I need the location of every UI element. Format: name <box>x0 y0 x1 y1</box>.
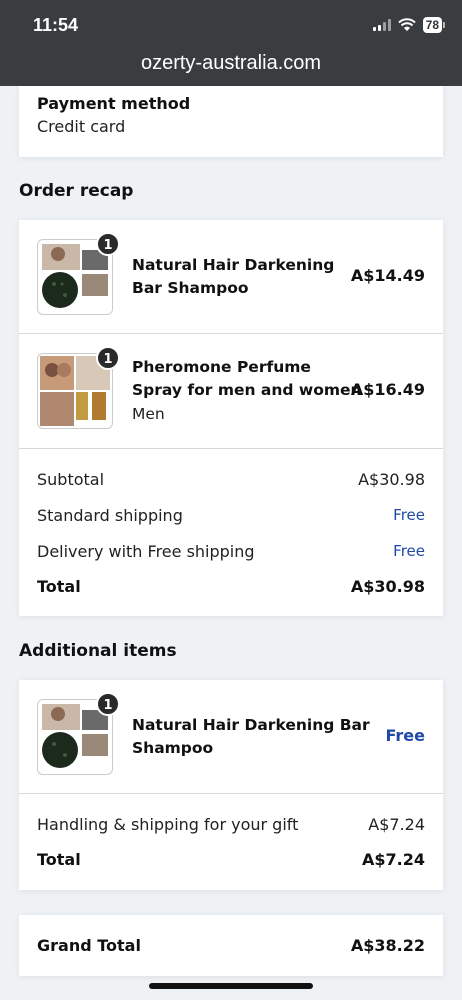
quantity-badge: 1 <box>96 346 120 370</box>
item-name-line1: Pheromone Perfume <box>132 358 311 376</box>
home-indicator[interactable] <box>149 983 313 989</box>
total-label: Total <box>37 577 81 596</box>
payment-method-value: Credit card <box>37 117 126 136</box>
additional-items-card: 1 Natural Hair Darkening Bar Shampoo Fre… <box>19 680 443 890</box>
delivery-value: Free <box>393 542 425 560</box>
quantity-badge: 1 <box>96 232 120 256</box>
total-value: A$7.24 <box>362 850 425 869</box>
handling-row: Handling & shipping for your gift A$7.24 <box>37 815 425 834</box>
payment-method-title: Payment method <box>37 94 191 113</box>
item-name-line1: Natural Hair Darkening Bar <box>132 716 370 734</box>
grand-total-value: A$38.22 <box>350 936 425 955</box>
order-recap-title: Order recap <box>19 181 134 201</box>
status-icons: 78 <box>372 17 446 33</box>
handling-value: A$7.24 <box>368 815 425 834</box>
grand-total-row: Grand Total A$38.22 <box>37 936 425 955</box>
order-item[interactable]: 1 Natural Hair Darkening Bar Shampoo A$1… <box>19 220 443 334</box>
subtotal-value: A$30.98 <box>358 470 425 489</box>
subtotal-row: Subtotal A$30.98 <box>37 470 425 489</box>
item-price-free: Free <box>385 726 426 745</box>
cellular-signal-icon <box>372 19 391 31</box>
total-value: A$30.98 <box>350 577 425 596</box>
address-bar[interactable]: ozerty-australia.com <box>0 52 462 75</box>
battery-icon: 78 <box>422 17 446 33</box>
browser-chrome: 11:54 78 ozerty-australia.com <box>0 0 462 86</box>
grand-total-label: Grand Total <box>37 936 141 955</box>
status-time: 11:54 <box>33 15 79 35</box>
grand-total-card: Grand Total A$38.22 <box>19 915 443 976</box>
product-image: 1 <box>37 692 120 775</box>
item-name-line2: Shampoo <box>132 739 214 757</box>
item-name-line1: Natural Hair Darkening <box>132 256 335 274</box>
order-recap-card: 1 Natural Hair Darkening Bar Shampoo A$1… <box>19 220 443 616</box>
payment-method-card: Payment method Credit card <box>19 86 443 157</box>
item-name-line2: Bar Shampoo <box>132 279 249 297</box>
item-name-line2: Spray for men and women <box>132 381 362 399</box>
total-label: Total <box>37 850 81 869</box>
handling-label: Handling & shipping for your gift <box>37 815 299 834</box>
wifi-icon <box>397 18 416 31</box>
additional-total-row: Total A$7.24 <box>37 850 425 869</box>
delivery-row: Delivery with Free shipping Free <box>37 542 425 561</box>
item-variant: Men <box>132 405 165 423</box>
delivery-label: Delivery with Free shipping <box>37 542 255 561</box>
order-total-row: Total A$30.98 <box>37 577 425 596</box>
subtotal-label: Subtotal <box>37 470 105 489</box>
item-price: A$14.49 <box>350 266 425 285</box>
additional-items-title: Additional items <box>19 641 177 661</box>
product-image: 1 <box>37 346 120 429</box>
standard-shipping-label: Standard shipping <box>37 506 183 525</box>
standard-shipping-row: Standard shipping Free <box>37 506 425 525</box>
gift-item[interactable]: 1 Natural Hair Darkening Bar Shampoo Fre… <box>19 680 443 794</box>
standard-shipping-value: Free <box>393 506 425 524</box>
order-item[interactable]: 1 Pheromone Perfume Spray for men and wo… <box>19 334 443 449</box>
quantity-badge: 1 <box>96 692 120 716</box>
product-image: 1 <box>37 232 120 315</box>
item-price: A$16.49 <box>350 380 425 399</box>
